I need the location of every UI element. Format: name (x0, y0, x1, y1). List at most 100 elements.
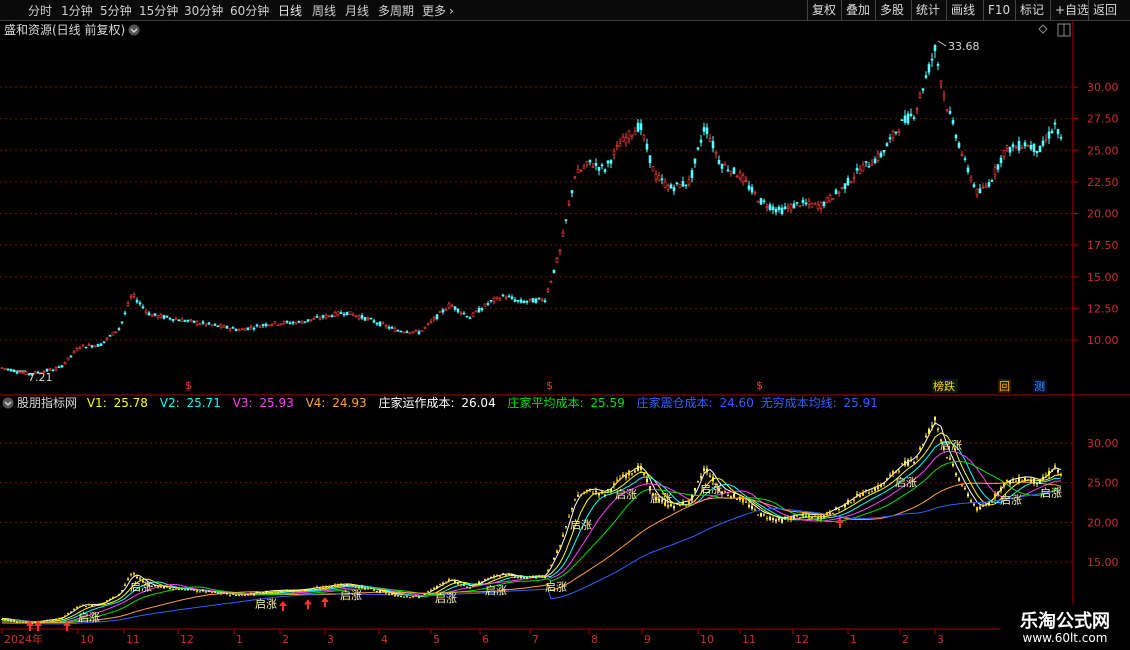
candle-body (213, 324, 217, 326)
period-tab-5min[interactable]: 5分钟 (100, 2, 132, 19)
ind-candle-body (349, 583, 351, 586)
candle-body (573, 176, 577, 179)
ind-candle-body (724, 491, 726, 493)
event-marker[interactable]: $ (756, 379, 763, 392)
candle-body (501, 294, 505, 297)
candle-body (954, 134, 958, 139)
ind-candle-body (406, 596, 408, 598)
signal-label: 启涨 (255, 597, 277, 610)
candle-body (909, 113, 913, 116)
candle-body (432, 317, 436, 321)
ind-candle-body (121, 590, 123, 592)
back-button[interactable]: 返回 (1088, 0, 1121, 20)
ind-candle-body (430, 589, 432, 591)
candle-body (822, 201, 826, 206)
draw-line-button[interactable]: 画线 (946, 0, 979, 20)
ind-candle-body (190, 588, 192, 590)
candle-body (897, 130, 901, 133)
statistics-button[interactable]: 统计 (911, 0, 944, 20)
ind-candle-body (418, 596, 420, 598)
period-tab-monthly[interactable]: 月线 (345, 2, 369, 19)
watermark-url: www.60lt.com (1022, 631, 1108, 645)
candle-body (111, 331, 115, 336)
candle-body (459, 312, 463, 314)
candle-body (558, 249, 562, 252)
period-tab-60min[interactable]: 60分钟 (230, 2, 269, 19)
ind-candle-body (607, 489, 609, 491)
f10-button[interactable]: F10 (983, 0, 1014, 20)
candle-body (735, 175, 739, 178)
kline-chart[interactable]: 盛和资源(日线 前复权) 30.0027.5025.0022.5020.0017… (0, 21, 1130, 650)
field-label: V4: (306, 396, 326, 410)
ind-candle-body (862, 491, 864, 496)
ind-candle-body (559, 545, 561, 547)
candle-body (219, 324, 223, 328)
ind-candle-body (592, 492, 594, 494)
ind-candle-body (1051, 470, 1053, 472)
field-label: 庄家平均成本: (508, 395, 584, 410)
ind-candle-body (883, 482, 885, 484)
candle-body (531, 298, 535, 303)
candle-body (9, 369, 13, 372)
candle-body (903, 115, 907, 123)
ind-candle-body (613, 483, 615, 486)
candle-body (795, 201, 799, 204)
ind-candle-body (931, 425, 933, 427)
candle-body (630, 134, 634, 137)
multi-stock-button[interactable]: 多股 (875, 0, 908, 20)
ind-candle-body (268, 592, 270, 594)
add-watchlist-button[interactable]: +自选 (1050, 0, 1093, 20)
overlay-button[interactable]: 叠加 (841, 0, 874, 20)
restore-rights-button[interactable]: 复权 (807, 0, 840, 20)
candle-body (483, 303, 487, 307)
candle-body (300, 321, 304, 324)
ind-candle-body (802, 513, 804, 516)
chevron-down-icon[interactable] (128, 24, 140, 36)
candle-body (90, 345, 94, 348)
candle-body (369, 317, 373, 320)
candle-body (1050, 130, 1054, 134)
tag-label[interactable]: 榜跌 (933, 379, 955, 393)
period-tab-daily[interactable]: 日线 (278, 2, 302, 19)
candle-body (360, 315, 364, 319)
tag-label[interactable]: 回 (999, 380, 1010, 393)
tag-label[interactable]: 测 (1034, 380, 1045, 393)
period-tab-weekly[interactable]: 周线 (312, 2, 336, 19)
ind-candle-body (1030, 479, 1032, 482)
x-axis-label: 5 (433, 633, 440, 646)
ind-candle-body (103, 602, 105, 604)
candle-body (915, 108, 919, 110)
ind-candle-body (832, 512, 834, 514)
event-marker[interactable]: $ (546, 379, 553, 392)
candle-body (513, 299, 517, 302)
period-tab-15min[interactable]: 15分钟 (139, 2, 178, 19)
candle-body (267, 324, 271, 327)
period-tab-1min[interactable]: 1分钟 (61, 2, 93, 19)
candle-body (6, 368, 10, 371)
price-tick: 15.00 (1087, 271, 1119, 284)
period-tab-fenshi[interactable]: 分时 (28, 2, 52, 19)
candle-body (252, 327, 256, 330)
ind-candle-body (391, 593, 393, 595)
diamond-icon[interactable] (1038, 24, 1048, 34)
ind-candle-body (601, 491, 603, 493)
ind-candle-body (730, 495, 732, 498)
period-tab-multi[interactable]: 多周期 (378, 2, 414, 19)
ind-candle-body (1039, 479, 1041, 484)
ind-candle-body (979, 506, 981, 510)
ind-candle-body (709, 475, 711, 477)
mark-button[interactable]: 标记 (1015, 0, 1048, 20)
ind-candle-body (169, 587, 171, 589)
candle-body (582, 166, 586, 169)
candle-body (336, 311, 340, 316)
chevron-down-icon[interactable] (2, 397, 14, 409)
period-tab-more[interactable]: 更多 › (422, 2, 454, 19)
candle-body (549, 281, 553, 283)
candle-body (492, 298, 496, 302)
ind-candle-body (133, 573, 135, 575)
indicator-name: 股朋指标网 (17, 395, 77, 410)
period-tab-30min[interactable]: 30分钟 (184, 2, 223, 19)
event-marker[interactable]: $ (185, 379, 192, 392)
candle-body (732, 167, 736, 174)
ind-candle-body (157, 586, 159, 588)
